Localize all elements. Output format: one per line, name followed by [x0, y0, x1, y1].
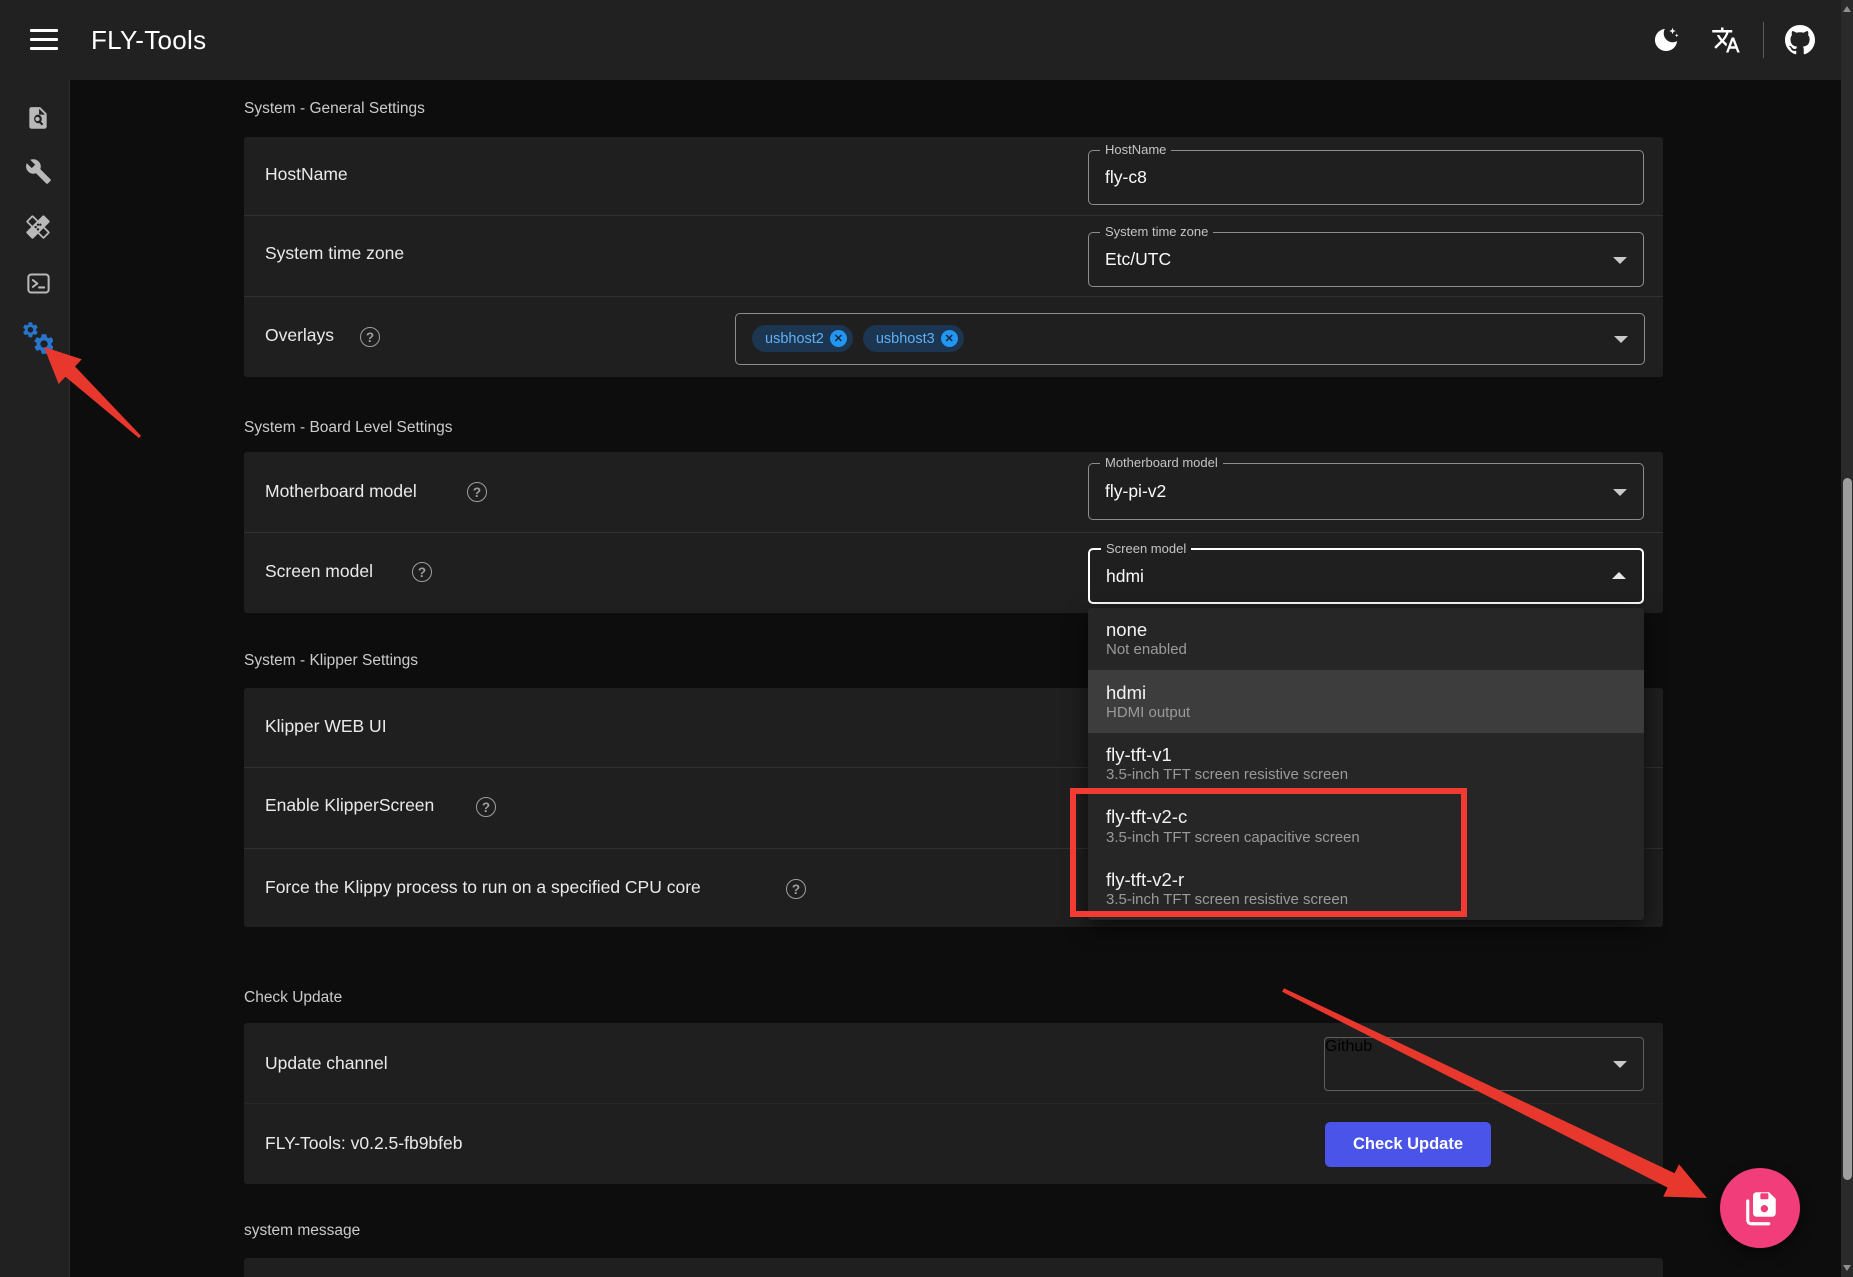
terminal-icon: [25, 270, 52, 297]
check-update-button[interactable]: Check Update: [1325, 1122, 1491, 1167]
appbar-divider: [1763, 22, 1764, 58]
motherboard-select[interactable]: Motherboard model fly-pi-v2: [1088, 463, 1644, 520]
app-title: FLY-Tools: [91, 0, 206, 80]
row-label-motherboard: Motherboard model: [265, 481, 417, 502]
scrollbar-down-arrow[interactable]: [1843, 1265, 1851, 1271]
hostname-value: fly-c8: [1105, 151, 1147, 204]
chevron-down-icon: [1613, 1061, 1627, 1068]
chip-usbhost2-close-icon[interactable]: ✕: [830, 330, 847, 347]
chip-usbhost3: usbhost3 ✕: [863, 325, 964, 352]
scrollbar-thumb[interactable]: [1843, 478, 1852, 1180]
github-icon[interactable]: [1780, 20, 1820, 60]
sidebar-item-tools[interactable]: [23, 156, 53, 186]
row-label-timezone: System time zone: [265, 243, 404, 264]
section-title-system-message: system message: [244, 1222, 360, 1240]
row-label-klipper-webui: Klipper WEB UI: [265, 716, 387, 737]
section-title-klipper: System - Klipper Settings: [244, 652, 418, 670]
chevron-down-icon: [1614, 336, 1628, 343]
settings-gears-icon: [23, 322, 53, 354]
hostname-input[interactable]: HostName fly-c8: [1088, 150, 1644, 205]
sidebar-item-terminal[interactable]: [23, 268, 53, 298]
fly-tools-app: FLY-Tools: [0, 0, 1853, 1277]
chip-usbhost3-label: usbhost3: [876, 331, 935, 347]
cpu-core-help-icon[interactable]: ?: [786, 879, 806, 899]
update-channel-value: Github: [1325, 1038, 1372, 1055]
row-label-klipperscreen: Enable KlipperScreen: [265, 795, 434, 816]
row-label-screen-model: Screen model: [265, 561, 373, 582]
screen-model-help-icon[interactable]: ?: [412, 562, 432, 582]
dark-mode-moon-icon[interactable]: [1646, 20, 1686, 60]
app-bar: FLY-Tools: [0, 0, 1853, 80]
sidebar-nav: [0, 80, 70, 1277]
timezone-value: Etc/UTC: [1105, 233, 1171, 286]
section-title-check-update: Check Update: [244, 989, 342, 1007]
patch-healing-icon: [24, 213, 52, 241]
sidebar-item-patches[interactable]: [23, 212, 53, 242]
translate-icon[interactable]: [1706, 20, 1746, 60]
motherboard-value: fly-pi-v2: [1105, 464, 1166, 519]
menu-option-none[interactable]: none Not enabled: [1088, 608, 1644, 670]
save-all-icon: [1739, 1187, 1781, 1229]
screen-model-select-open[interactable]: Screen model hdmi: [1088, 548, 1644, 604]
sidebar-item-log-search[interactable]: [23, 104, 53, 134]
chevron-down-icon: [1613, 257, 1627, 264]
row-label-overlays: Overlays: [265, 325, 334, 346]
overlays-help-icon[interactable]: ?: [360, 327, 380, 347]
update-channel-select[interactable]: Github: [1324, 1037, 1644, 1091]
save-fab-button[interactable]: [1720, 1168, 1800, 1248]
sidebar-item-settings-active[interactable]: [23, 323, 53, 353]
screen-model-value: hdmi: [1106, 550, 1144, 602]
chevron-down-icon: [1613, 489, 1627, 496]
row-label-update-channel: Update channel: [265, 1053, 388, 1074]
menu-hamburger-icon[interactable]: [30, 29, 58, 51]
card-system-message: [244, 1258, 1663, 1277]
section-title-board: System - Board Level Settings: [244, 419, 453, 437]
scrollbar-up-arrow[interactable]: [1843, 6, 1851, 12]
log-search-icon: [25, 106, 51, 132]
chip-usbhost2: usbhost2 ✕: [752, 325, 853, 352]
chevron-up-icon: [1612, 572, 1626, 579]
timezone-select[interactable]: System time zone Etc/UTC: [1088, 232, 1644, 287]
chip-usbhost3-close-icon[interactable]: ✕: [941, 330, 958, 347]
annotation-highlight-rect: [1070, 788, 1467, 917]
motherboard-help-icon[interactable]: ?: [467, 482, 487, 502]
overlay-chips: usbhost2 ✕ usbhost3 ✕: [752, 325, 964, 352]
wrench-icon: [25, 158, 52, 185]
page-scrollbar: [1841, 0, 1853, 1277]
klipperscreen-help-icon[interactable]: ?: [476, 797, 496, 817]
menu-option-hdmi-selected[interactable]: hdmi HDMI output: [1088, 670, 1644, 732]
row-label-flytools-version: FLY-Tools: v0.2.5-fb9bfeb: [265, 1133, 462, 1154]
row-label-klippy-cpu-core: Force the Klippy process to run on a spe…: [265, 877, 701, 898]
chip-usbhost2-label: usbhost2: [765, 331, 824, 347]
menu-option-fly-tft-v1[interactable]: fly-tft-v1 3.5-inch TFT screen resistive…: [1088, 733, 1644, 795]
section-title-general: System - General Settings: [244, 100, 425, 118]
row-label-hostname: HostName: [265, 164, 348, 185]
